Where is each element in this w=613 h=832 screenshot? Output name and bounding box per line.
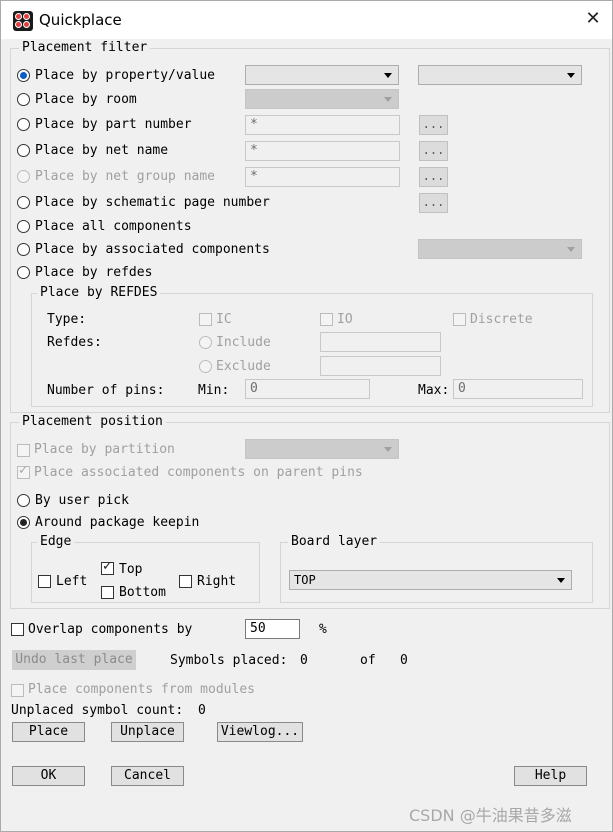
overlap-label: Overlap components by xyxy=(28,622,193,637)
unplace-button[interactable]: Unplace xyxy=(111,722,184,742)
discrete-label: Discrete xyxy=(470,312,533,327)
undo-last-place-button[interactable]: Undo last place xyxy=(12,650,136,670)
radio-net-name[interactable] xyxy=(17,144,30,157)
exclude-field[interactable] xyxy=(320,356,441,376)
min-label: Min: xyxy=(198,383,230,398)
net-name-field[interactable]: * xyxy=(245,141,400,161)
edge-left-label: Left xyxy=(56,574,88,589)
around-keepin-label: Around package keepin xyxy=(35,515,200,530)
label-all-components: Place all components xyxy=(35,219,192,234)
max-label: Max: xyxy=(418,383,450,398)
room-combo[interactable] xyxy=(245,89,399,109)
place-button[interactable]: Place xyxy=(12,722,85,742)
unplaced-count-value: 0 xyxy=(198,703,206,718)
around-keepin-radio[interactable] xyxy=(17,516,30,529)
quickplace-dialog: Quickplace ✕ Placement filter Place by p… xyxy=(0,0,613,832)
partition-label: Place by partition xyxy=(34,442,175,457)
radio-net-group-name[interactable] xyxy=(17,170,30,183)
label-refdes: Place by refdes xyxy=(35,265,153,280)
edge-top-label: Top xyxy=(119,562,143,577)
radio-schematic-page[interactable] xyxy=(17,196,30,209)
label-associated-components: Place by associated components xyxy=(35,242,270,257)
io-checkbox[interactable] xyxy=(320,313,333,326)
partition-combo[interactable] xyxy=(245,439,399,459)
include-radio[interactable] xyxy=(199,336,212,349)
ok-button[interactable]: OK xyxy=(12,766,85,786)
radio-room[interactable] xyxy=(17,93,30,106)
edge-top-checkbox[interactable]: ✓ xyxy=(101,559,114,575)
app-icon xyxy=(13,11,33,31)
edge-right-checkbox[interactable] xyxy=(179,575,192,588)
ic-checkbox[interactable] xyxy=(199,313,212,326)
watermark: CSDN @牛油果昔多滋 xyxy=(409,806,572,825)
refdes-group-legend: Place by REFDES xyxy=(37,285,161,300)
part-number-browse-button[interactable]: ... xyxy=(419,115,448,135)
modules-label: Place components from modules xyxy=(28,682,255,697)
symbols-total-count: 0 xyxy=(400,653,408,668)
help-button[interactable]: Help xyxy=(514,766,587,786)
net-group-browse-button[interactable]: ... xyxy=(419,167,448,187)
part-number-field[interactable]: * xyxy=(245,115,400,135)
number-of-pins-label: Number of pins: xyxy=(47,383,165,398)
title-bar: Quickplace ✕ xyxy=(1,1,612,39)
cancel-button[interactable]: Cancel xyxy=(111,766,184,786)
board-layer-legend: Board layer xyxy=(288,534,381,549)
edge-bottom-label: Bottom xyxy=(119,585,166,600)
exclude-label: Exclude xyxy=(216,359,271,374)
edge-right-label: Right xyxy=(197,574,237,589)
label-room: Place by room xyxy=(35,92,137,107)
partition-checkbox[interactable] xyxy=(17,444,30,457)
placement-position-legend: Placement position xyxy=(19,414,166,429)
board-layer-value: TOP xyxy=(294,573,316,587)
associated-combo[interactable] xyxy=(418,239,582,259)
property-combo[interactable] xyxy=(245,65,399,85)
window-title: Quickplace xyxy=(39,11,122,29)
radio-refdes[interactable] xyxy=(17,266,30,279)
net-group-field[interactable]: * xyxy=(245,167,400,187)
assoc-parent-label: Place associated components on parent pi… xyxy=(34,465,363,480)
close-icon[interactable]: ✕ xyxy=(581,7,605,31)
io-label: IO xyxy=(337,312,353,327)
refdes-label: Refdes: xyxy=(47,335,102,350)
exclude-radio[interactable] xyxy=(199,360,212,373)
unplaced-count-label: Unplaced symbol count: xyxy=(11,703,184,718)
edge-left-checkbox[interactable] xyxy=(38,575,51,588)
symbols-placed-label: Symbols placed: xyxy=(170,653,288,668)
modules-checkbox[interactable] xyxy=(11,684,24,697)
max-pins-field[interactable]: 0 xyxy=(453,379,583,399)
radio-part-number[interactable] xyxy=(17,118,30,131)
discrete-checkbox[interactable] xyxy=(453,313,466,326)
type-label: Type: xyxy=(47,312,87,327)
radio-all-components[interactable] xyxy=(17,220,30,233)
overlap-value-input[interactable]: 50 xyxy=(245,619,300,639)
radio-property-value[interactable] xyxy=(17,69,30,82)
radio-associated-components[interactable] xyxy=(17,243,30,256)
include-field[interactable] xyxy=(320,332,441,352)
board-layer-combo[interactable]: TOP xyxy=(289,570,572,590)
user-pick-radio[interactable] xyxy=(17,494,30,507)
of-label: of xyxy=(360,653,376,668)
symbols-placed-count: 0 xyxy=(300,653,308,668)
include-label: Include xyxy=(216,335,271,350)
label-net-name: Place by net name xyxy=(35,143,169,158)
label-net-group-name: Place by net group name xyxy=(35,169,216,184)
min-pins-field[interactable]: 0 xyxy=(245,379,370,399)
value-combo[interactable] xyxy=(418,65,582,85)
overlap-unit: % xyxy=(319,622,327,637)
viewlog-button[interactable]: Viewlog... xyxy=(217,722,303,742)
net-name-browse-button[interactable]: ... xyxy=(419,141,448,161)
label-property-value: Place by property/value xyxy=(35,68,216,83)
label-part-number: Place by part number xyxy=(35,117,192,132)
overlap-checkbox[interactable] xyxy=(11,623,24,636)
user-pick-label: By user pick xyxy=(35,493,129,508)
label-schematic-page: Place by schematic page number xyxy=(35,195,270,210)
ic-label: IC xyxy=(216,312,232,327)
edge-legend: Edge xyxy=(37,534,75,549)
assoc-parent-checkbox[interactable]: ✓ xyxy=(17,463,30,479)
edge-bottom-checkbox[interactable] xyxy=(101,586,114,599)
placement-filter-legend: Placement filter xyxy=(19,40,151,55)
schematic-page-browse-button[interactable]: ... xyxy=(419,193,448,213)
